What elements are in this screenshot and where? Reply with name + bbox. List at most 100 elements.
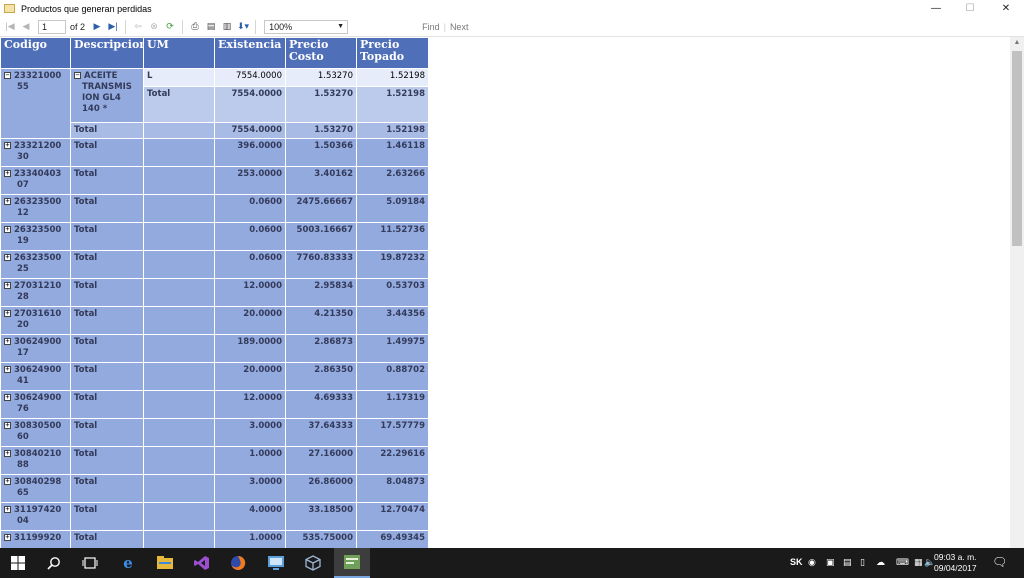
windows-start-icon[interactable] [10,555,26,571]
row-code-line1: 23321200 [14,141,62,151]
subtotal-label: Total [143,86,215,123]
collapse-icon[interactable]: − [74,72,81,79]
close-button[interactable]: ✕ [988,0,1024,17]
expand-icon[interactable]: + [4,282,11,289]
zoom-select[interactable]: 100% ▼ [264,19,349,34]
expand-icon[interactable]: + [4,226,11,233]
row-um-cell [143,306,215,335]
collapse-icon[interactable]: − [4,72,11,79]
row-code-cell: +23340403 07 [0,166,71,195]
stop-icon[interactable]: ⊗ [148,20,160,34]
row-topado: 1.17319 [356,390,429,419]
app-icon [4,4,15,13]
expand-icon[interactable]: + [4,534,11,541]
page-setup-icon[interactable]: ▥ [221,20,233,34]
row-code-line1: 26323500 [14,197,62,207]
next-link[interactable]: Next [450,22,469,32]
report-app-icon[interactable] [334,548,370,578]
row-code-cell: +26323500 25 [0,250,71,279]
expand-icon[interactable]: + [4,422,11,429]
search-icon[interactable] [46,555,62,571]
maximize-button[interactable]: ☐ [952,0,988,17]
notifications-icon[interactable]: 🗨 [992,555,1007,569]
detail-existencia: 7554.0000 [214,68,286,87]
report-body[interactable]: Codigo Descripcion UM Existencia Precio … [0,37,1010,548]
title-bar: Productos que generan perdidas — ☐ ✕ [0,0,1024,17]
column-header-codigo[interactable]: Codigo [0,37,71,69]
row-existencia: 20.0000 [214,306,286,335]
refresh-icon[interactable]: ⟳ [164,20,176,34]
column-header-precio-costo[interactable]: Precio Costo [285,37,357,69]
export-icon[interactable]: ⬇▾ [237,20,249,34]
print-icon[interactable]: ⎙ [189,20,201,34]
column-header-um[interactable]: UM [143,37,215,69]
table-row: +30624900 76 Total 12.0000 4.69333 1.17319 [0,390,429,419]
remote-desktop-icon[interactable] [268,555,284,571]
row-code-line2: 19 [17,236,29,246]
first-page-icon[interactable]: |◀ [4,20,16,34]
network-icon[interactable]: ▦ [914,557,923,568]
row-topado: 22.29616 [356,446,429,475]
row-code-line1: 23340403 [14,169,62,179]
expand-icon[interactable]: + [4,310,11,317]
row-um-cell [143,250,215,279]
expand-icon[interactable]: + [4,478,11,485]
toolbar-divider [182,19,184,34]
expand-icon[interactable]: + [4,394,11,401]
row-total-label: Total [70,474,144,503]
row-costo: 2.86350 [285,362,357,391]
row-topado: 1.46118 [356,138,429,167]
tray-app-icon[interactable]: SK [790,557,803,567]
expand-icon[interactable]: + [4,450,11,457]
virtualbox-icon[interactable] [305,555,321,571]
row-costo: 7760.83333 [285,250,357,279]
expand-icon[interactable]: + [4,338,11,345]
back-icon[interactable]: ⇦ [132,20,144,34]
next-page-icon[interactable]: ▶ [91,20,103,34]
tray-network-app-icon[interactable]: ▣ [826,557,835,568]
row-total-label: Total [70,530,144,548]
row-um-cell [143,362,215,391]
current-page-input[interactable]: 1 [38,19,66,34]
row-code-line2: 28 [17,292,29,302]
row-code-line1: 31199920 [14,533,62,543]
desc-line-1: TRANSMIS [82,82,132,92]
edge-icon[interactable]: e [120,554,136,572]
column-header-descripcion[interactable]: Descripcion [70,37,144,69]
keyboard-icon[interactable]: ⌨ [896,557,909,568]
expand-icon[interactable]: + [4,366,11,373]
system-clock[interactable]: 09:03 a. m. 09/04/2017 [934,552,984,574]
tray-battery-icon[interactable]: ▯ [860,557,865,568]
minimize-button[interactable]: — [918,0,954,17]
column-header-existencia[interactable]: Existencia [214,37,286,69]
column-header-precio-topado[interactable]: Precio Topado [356,37,429,69]
row-topado: 5.09184 [356,194,429,223]
row-um-cell [143,502,215,531]
vertical-scrollbar[interactable]: ▲ [1010,37,1024,548]
expand-icon[interactable]: + [4,142,11,149]
row-topado: 8.04873 [356,474,429,503]
firefox-icon[interactable] [230,555,246,571]
row-code-cell: +31197420 04 [0,502,71,531]
row-code-line2: 30 [17,152,29,162]
previous-page-icon[interactable]: ◀ [20,20,32,34]
find-link[interactable]: Find [422,22,440,32]
expand-icon[interactable]: + [4,170,11,177]
task-view-icon[interactable] [82,555,98,571]
tray-paste-icon[interactable]: ▤ [843,557,852,568]
expand-icon[interactable]: + [4,254,11,261]
scrollbar-thumb[interactable] [1012,51,1022,246]
expand-icon[interactable]: + [4,198,11,205]
scroll-up-icon[interactable]: ▲ [1010,39,1024,49]
find-input[interactable] [352,20,418,34]
last-page-icon[interactable]: ▶| [107,20,119,34]
expand-icon[interactable]: + [4,506,11,513]
tray-shield-icon[interactable]: ◉ [808,557,816,568]
window-title: Productos que generan perdidas [21,3,152,14]
file-explorer-icon[interactable] [157,555,173,571]
onedrive-icon[interactable]: ☁ [876,557,885,568]
row-total-label: Total [70,222,144,251]
print-layout-icon[interactable]: ▤ [205,20,217,34]
visual-studio-icon[interactable] [194,555,210,571]
row-topado: 19.87232 [356,250,429,279]
